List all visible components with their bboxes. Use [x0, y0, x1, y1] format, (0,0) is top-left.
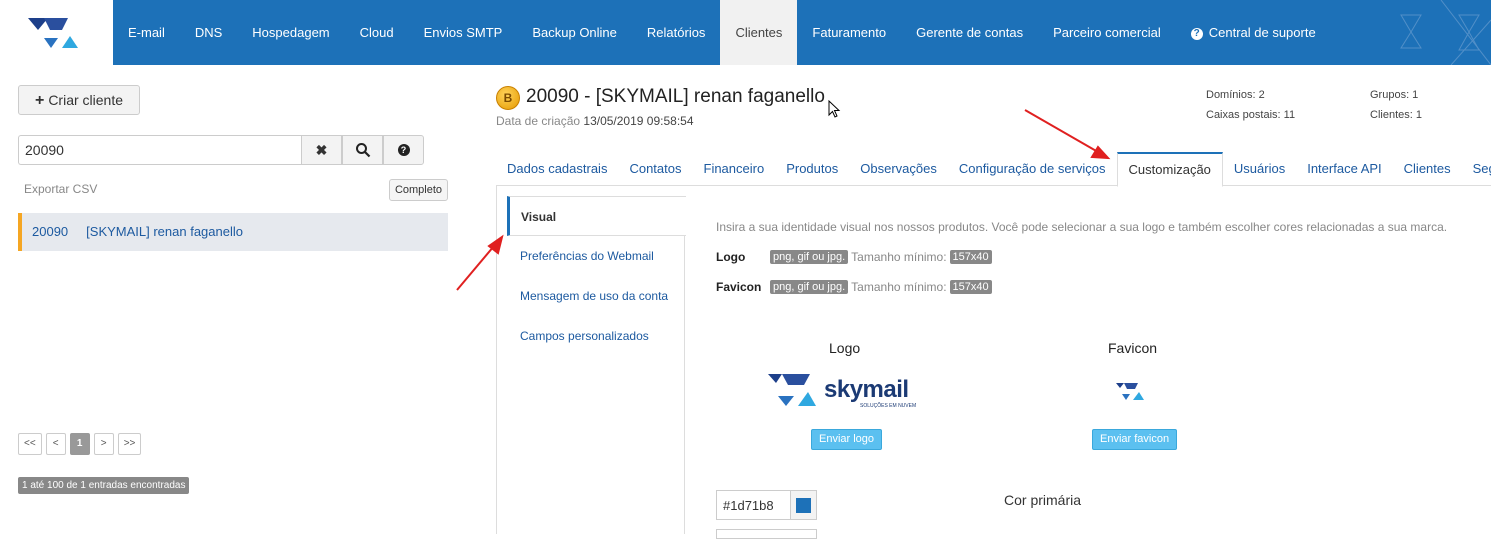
logo-min-size-label: Tamanho mínimo: [851, 250, 947, 264]
app-logo[interactable] [0, 0, 113, 65]
brand-tagline: SOLUÇÕES EM NUVEM [860, 403, 917, 409]
clients-count: Clientes: 1 [1370, 109, 1422, 121]
secondary-color-field[interactable] [716, 529, 817, 539]
tab-contatos[interactable]: Contatos [618, 152, 692, 186]
client-search: ✖ ? [18, 135, 424, 165]
annotation-arrow-tab [1024, 109, 1099, 153]
search-button[interactable] [342, 135, 383, 165]
primary-color-picker[interactable] [790, 490, 817, 520]
favicon-section-title: Favicon [1108, 340, 1158, 356]
top-navbar: E-mail DNS Hospedagem Cloud Envios SMTP … [0, 0, 1491, 65]
favicon-formats-tag: png, gif ou jpg. [770, 280, 849, 294]
tab-produtos[interactable]: Produtos [775, 152, 849, 186]
nav-gerente-de-contas[interactable]: Gerente de contas [901, 0, 1038, 65]
plus-icon: + [34, 92, 45, 109]
nav-cloud[interactable]: Cloud [345, 0, 409, 65]
tab-financeiro[interactable]: Financeiro [693, 152, 776, 186]
pager-prev[interactable]: < [45, 433, 66, 455]
client-search-input[interactable] [18, 135, 301, 165]
logo-formats-tag: png, gif ou jpg. [770, 250, 849, 264]
visual-intro-text: Insira a sua identidade visual nos nosso… [716, 220, 1448, 234]
client-level-badge: B [496, 86, 520, 110]
nav-central-de-suporte[interactable]: ? Central de suporte [1176, 0, 1331, 65]
favicon-min-size-tag: 157x40 [949, 280, 992, 294]
nav-dns[interactable]: DNS [180, 0, 237, 65]
clear-search-button[interactable]: ✖ [301, 135, 342, 165]
logo-preview: skymail SOLUÇÕES EM NUVEM [768, 372, 928, 412]
annotation-arrow-subnav [456, 245, 495, 291]
main-nav: E-mail DNS Hospedagem Cloud Envios SMTP … [113, 0, 1331, 65]
mouse-cursor-icon [828, 100, 841, 118]
nav-envios-smtp[interactable]: Envios SMTP [409, 0, 518, 65]
client-title: 20090 - [SKYMAIL] renan faganello [526, 86, 825, 107]
brand-name: skymail [824, 376, 909, 403]
pager-first[interactable]: << [18, 433, 42, 455]
logo-min-size-tag: 157x40 [949, 250, 992, 264]
client-stats-left: Domínios: 2 Caixas postais: 11 [1206, 85, 1295, 125]
customization-panel: Visual Preferências do Webmail Mensagem … [496, 186, 1491, 534]
nav-parceiro-comercial[interactable]: Parceiro comercial [1038, 0, 1176, 65]
pager-page-1[interactable]: 1 [69, 433, 90, 455]
create-client-label: Criar cliente [48, 92, 124, 108]
logo-requirements: Logo png, gif ou jpg. Tamanho mínimo: 15… [716, 250, 992, 264]
groups-count: Grupos: 1 [1370, 89, 1419, 101]
decorative-triangles-icon [1400, 0, 1491, 65]
tab-seguranca[interactable]: Segura [1462, 152, 1491, 186]
nav-hospedagem[interactable]: Hospedagem [237, 0, 344, 65]
tab-clientes[interactable]: Clientes [1393, 152, 1462, 186]
results-count: 1 até 100 de 1 entradas encontradas [18, 477, 190, 494]
subnav-custom-fields[interactable]: Campos personalizados [507, 316, 684, 356]
client-stats-right: Grupos: 1 Clientes: 1 [1370, 85, 1422, 125]
nav-relatorios[interactable]: Relatórios [632, 0, 721, 65]
logo-req-label: Logo [716, 250, 746, 264]
client-tabs: Dados cadastrais Contatos Financeiro Pro… [496, 152, 1491, 187]
mailboxes-count: Caixas postais: 11 [1206, 109, 1296, 121]
created-date: Data de criação 13/05/2019 09:58:54 [496, 114, 694, 128]
nav-faturamento[interactable]: Faturamento [797, 0, 901, 65]
send-logo-button[interactable]: Enviar logo [811, 429, 883, 450]
created-value: 13/05/2019 09:58:54 [583, 114, 694, 128]
send-favicon-button[interactable]: Enviar favicon [1092, 429, 1178, 450]
brand-mark-icon [768, 374, 816, 406]
pagination: << < 1 > >> [18, 433, 142, 455]
primary-color-input[interactable] [716, 490, 790, 520]
pager-last[interactable]: >> [117, 433, 142, 455]
created-label: Data de criação [496, 114, 581, 128]
nav-backup-online[interactable]: Backup Online [517, 0, 632, 65]
customization-subnav: Visual Preferências do Webmail Mensagem … [507, 196, 686, 534]
domains-count: Domínios: 2 [1206, 89, 1265, 101]
tab-configuracao-de-servicos[interactable]: Configuração de serviços [948, 152, 1117, 186]
favicon-requirements: Favicon png, gif ou jpg. Tamanho mínimo:… [716, 280, 992, 294]
search-icon [355, 143, 370, 158]
close-icon: ✖ [315, 141, 328, 158]
primary-color-field [716, 490, 817, 520]
favicon-req-label: Favicon [716, 280, 762, 294]
tab-observacoes[interactable]: Observações [849, 152, 948, 186]
nav-email[interactable]: E-mail [113, 0, 180, 65]
favicon-min-size-label: Tamanho mínimo: [851, 280, 947, 294]
client-result-row[interactable]: 20090 [SKYMAIL] renan faganello [18, 213, 448, 251]
favicon-preview-icon [1116, 383, 1144, 400]
primary-color-label: Cor primária [1004, 492, 1082, 508]
tab-customizacao[interactable]: Customização [1116, 152, 1223, 187]
logo-section-title: Logo [829, 340, 861, 356]
question-icon: ? [397, 144, 410, 156]
client-result-id: 20090 [32, 224, 69, 239]
nav-support-label: Central de suporte [1208, 25, 1316, 40]
subnav-webmail-preferences[interactable]: Preferências do Webmail [507, 236, 684, 276]
subnav-account-usage-message[interactable]: Mensagem de uso da conta [507, 276, 684, 316]
tab-interface-api[interactable]: Interface API [1296, 152, 1392, 186]
help-button[interactable]: ? [383, 135, 424, 165]
export-csv-link[interactable]: Exportar CSV [24, 182, 97, 196]
complete-button[interactable]: Completo [389, 179, 448, 201]
tab-dados-cadastrais[interactable]: Dados cadastrais [496, 152, 618, 186]
pager-next[interactable]: > [93, 433, 114, 455]
tab-usuarios[interactable]: Usuários [1223, 152, 1296, 186]
primary-color-swatch [796, 497, 811, 513]
help-circle-icon: ? [1190, 28, 1203, 40]
client-result-name: [SKYMAIL] renan faganello [86, 224, 243, 239]
subnav-visual[interactable]: Visual [507, 196, 686, 236]
create-client-button[interactable]: + Criar cliente [18, 85, 140, 115]
nav-clientes[interactable]: Clientes [720, 0, 798, 65]
